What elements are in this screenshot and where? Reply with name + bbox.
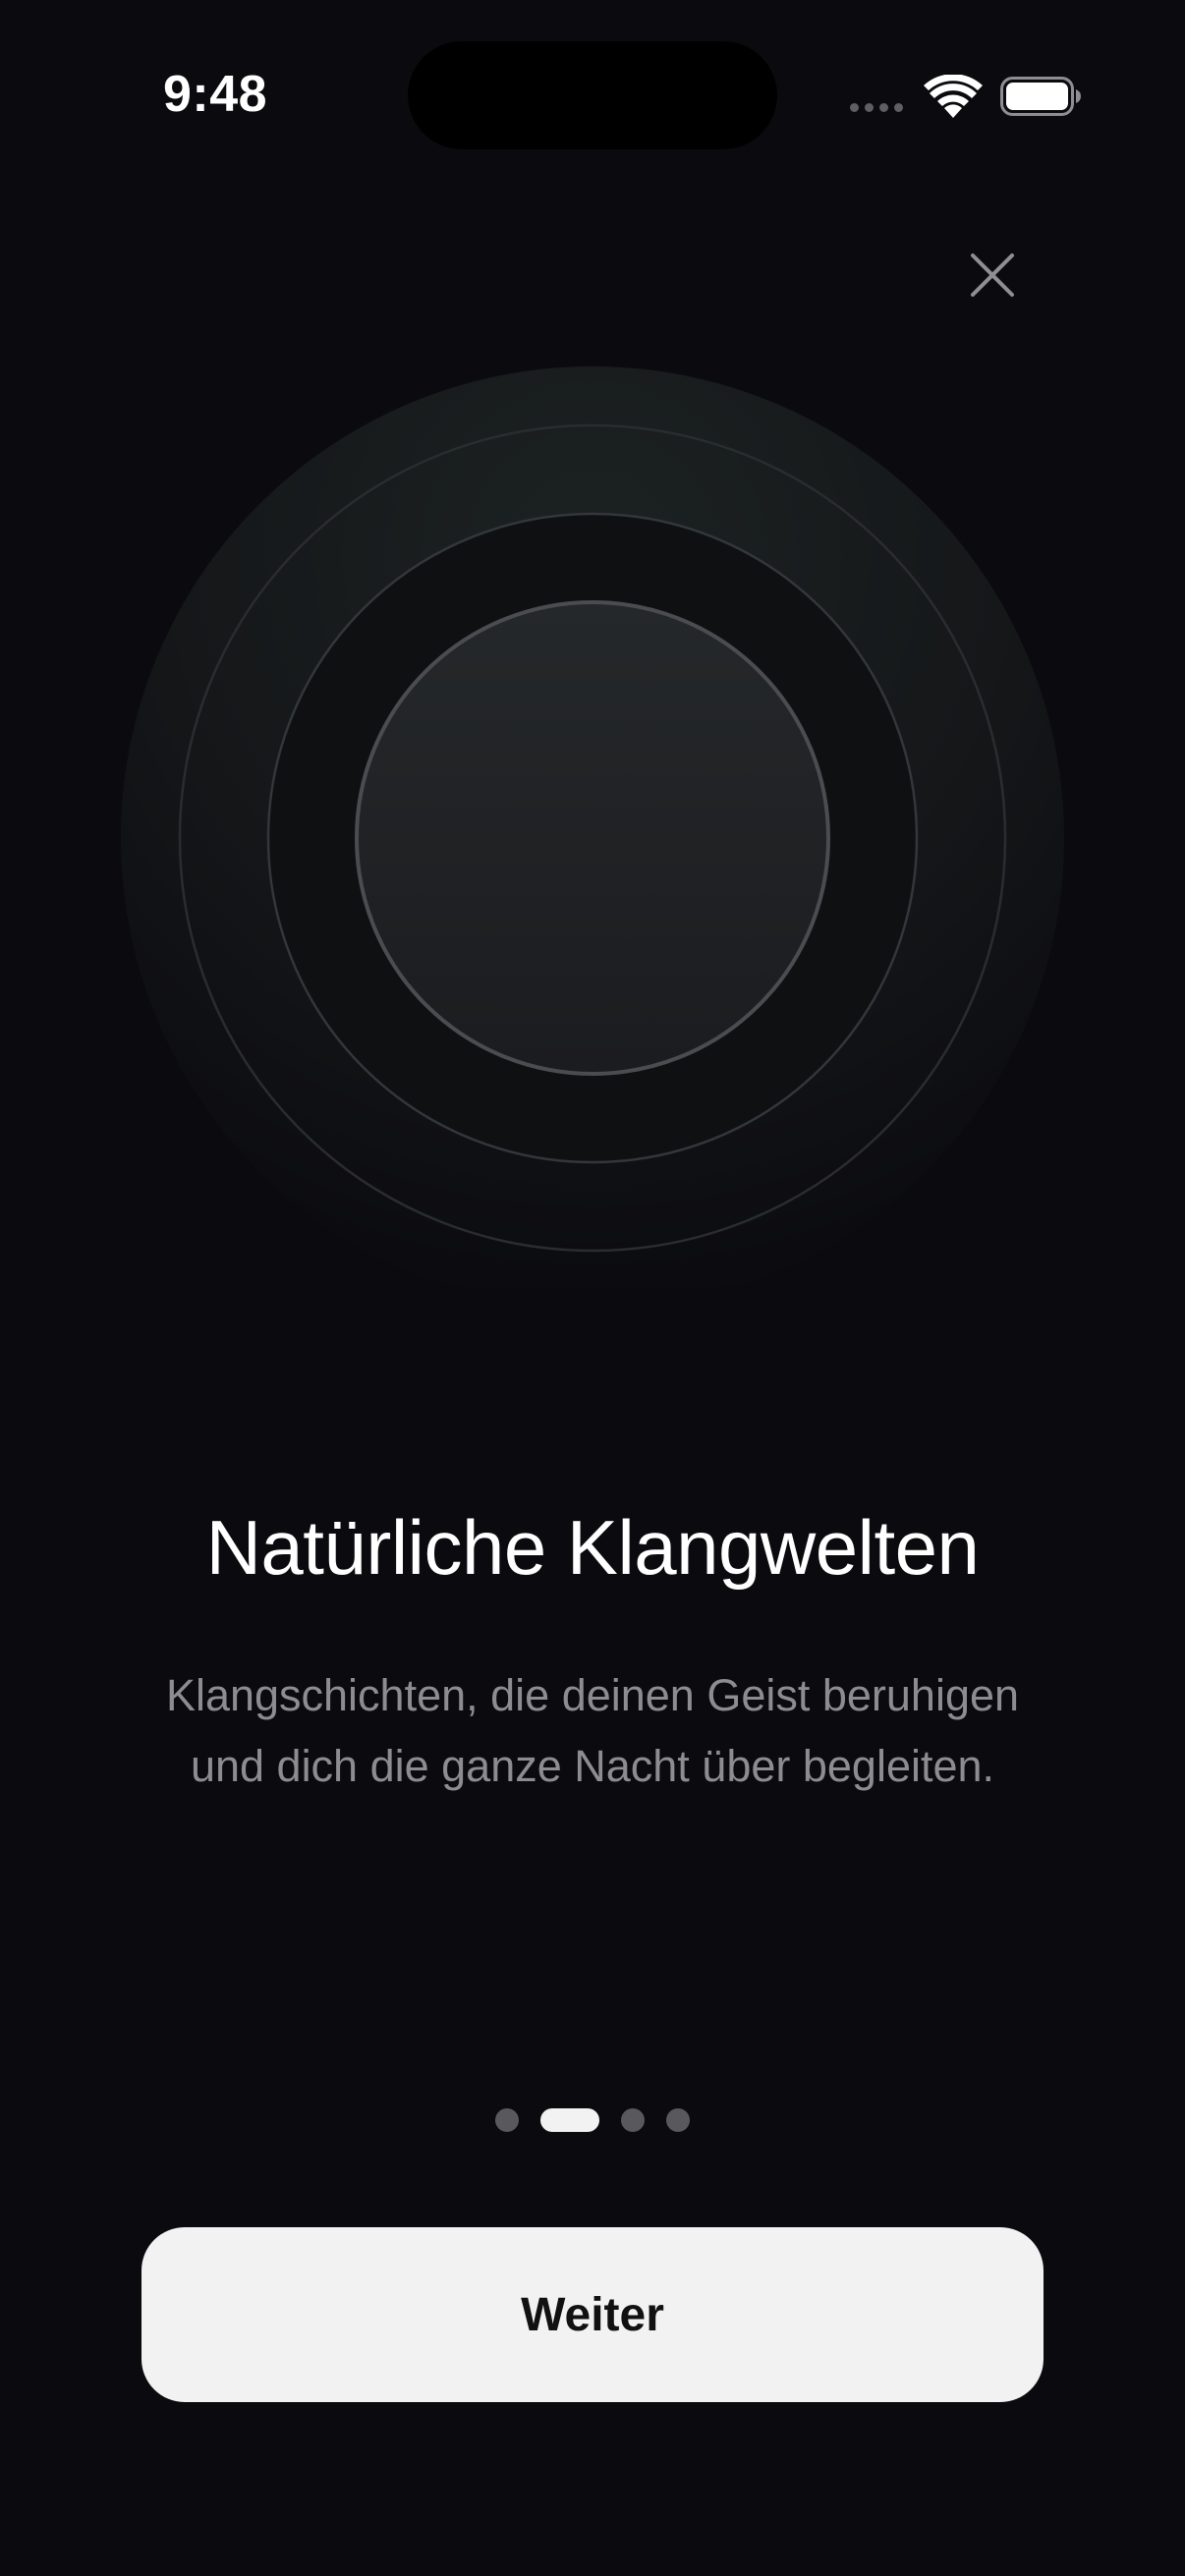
battery-icon xyxy=(1000,77,1081,116)
page-indicator xyxy=(0,2106,1185,2134)
dynamic-island xyxy=(408,41,777,149)
close-button[interactable] xyxy=(953,236,1032,314)
next-button[interactable]: Weiter xyxy=(141,2227,1044,2402)
page-dot-2-active[interactable] xyxy=(540,2108,599,2132)
page-dot-1[interactable] xyxy=(495,2108,519,2132)
wifi-icon xyxy=(924,75,983,118)
page-dot-3[interactable] xyxy=(621,2108,645,2132)
page-description: Klangschichten, die deinen Geist beruhig… xyxy=(165,1670,1020,1791)
status-bar: 9:48 xyxy=(0,0,1185,196)
sound-illustration xyxy=(121,366,1064,1287)
page-title: Natürliche Klangwelten xyxy=(205,1504,980,1591)
inner-core xyxy=(355,600,830,1076)
cellular-signal-icon xyxy=(850,103,905,115)
status-time: 9:48 xyxy=(163,66,268,123)
page-dot-4[interactable] xyxy=(666,2108,690,2132)
close-icon xyxy=(971,253,1014,297)
